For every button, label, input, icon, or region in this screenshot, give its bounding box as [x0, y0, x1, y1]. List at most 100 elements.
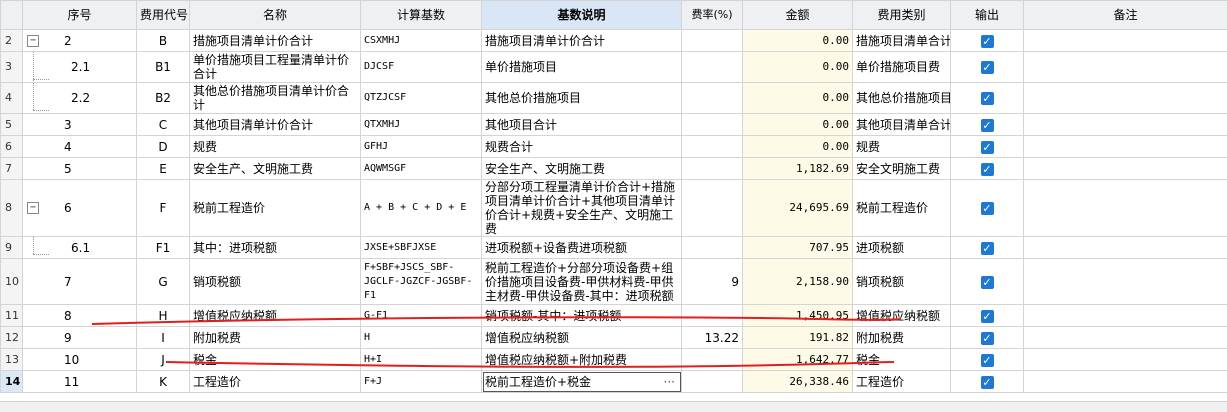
header-amount[interactable]: 金额: [743, 1, 853, 30]
output-checkbox[interactable]: ✓: [981, 310, 994, 323]
header-category[interactable]: 费用类别: [853, 1, 951, 30]
cell-base[interactable]: F+SBF+JSCS_SBF-JGCLF-JGZCF-JGSBF-F1: [361, 259, 482, 305]
cell-remark[interactable]: [1024, 30, 1227, 52]
cell-code[interactable]: J: [137, 349, 190, 371]
cell-base[interactable]: DJCSF: [361, 52, 482, 83]
cell-remark[interactable]: [1024, 136, 1227, 158]
output-checkbox[interactable]: ✓: [981, 276, 994, 289]
cell-base-desc[interactable]: 增值税应纳税额: [482, 327, 682, 349]
table-row[interactable]: 118H增值税应纳税额G-F1销项税额-其中：进项税额1,450.95增值税应纳…: [1, 305, 1227, 327]
cell-name[interactable]: 单价措施项目工程量清单计价合计: [190, 52, 361, 83]
row-number[interactable]: 13: [1, 349, 23, 371]
cell-name[interactable]: 规费: [190, 136, 361, 158]
header-base-desc[interactable]: 基数说明: [482, 1, 682, 30]
cell-code[interactable]: E: [137, 158, 190, 180]
cell-base-desc[interactable]: 规费合计: [482, 136, 682, 158]
cell-seq[interactable]: 6.1: [23, 237, 137, 259]
output-checkbox[interactable]: ✓: [981, 202, 994, 215]
cell-base[interactable]: F+J: [361, 371, 482, 393]
cell-seq[interactable]: 8: [23, 305, 137, 327]
cell-remark[interactable]: [1024, 83, 1227, 114]
cell-base-desc[interactable]: 进项税额+设备费进项税额: [482, 237, 682, 259]
more-icon[interactable]: ···: [664, 375, 675, 389]
cell-category[interactable]: 附加税费: [853, 327, 951, 349]
output-checkbox[interactable]: ✓: [981, 119, 994, 132]
output-checkbox[interactable]: ✓: [981, 376, 994, 389]
cell-name[interactable]: 安全生产、文明施工费: [190, 158, 361, 180]
cell-output[interactable]: ✓: [951, 305, 1024, 327]
table-row[interactable]: 75E安全生产、文明施工费AQWMSGF安全生产、文明施工费1,182.69安全…: [1, 158, 1227, 180]
cell-seq[interactable]: 2.1: [23, 52, 137, 83]
cell-code[interactable]: B2: [137, 83, 190, 114]
cell-base[interactable]: JXSE+SBFJXSE: [361, 237, 482, 259]
collapse-icon[interactable]: −: [27, 35, 39, 47]
cell-rate[interactable]: [682, 52, 743, 83]
output-checkbox[interactable]: ✓: [981, 92, 994, 105]
cell-remark[interactable]: [1024, 259, 1227, 305]
cell-base[interactable]: AQWMSGF: [361, 158, 482, 180]
cell-base[interactable]: H+I: [361, 349, 482, 371]
cell-rate[interactable]: [682, 83, 743, 114]
cell-remark[interactable]: [1024, 371, 1227, 393]
header-code[interactable]: 费用代号: [137, 1, 190, 30]
cell-base-desc[interactable]: 税前工程造价+分部分项设备费+组价措施项目设备费-甲供材料费-甲供主材费-甲供设…: [482, 259, 682, 305]
header-name[interactable]: 名称: [190, 1, 361, 30]
cell-rate[interactable]: [682, 349, 743, 371]
cell-seq[interactable]: 9: [23, 327, 137, 349]
cell-name[interactable]: 附加税费: [190, 327, 361, 349]
cell-output[interactable]: ✓: [951, 349, 1024, 371]
cell-output[interactable]: ✓: [951, 83, 1024, 114]
cell-rate[interactable]: [682, 180, 743, 237]
header-seq[interactable]: 序号: [23, 1, 137, 30]
cell-base[interactable]: G-F1: [361, 305, 482, 327]
cell-remark[interactable]: [1024, 305, 1227, 327]
table-row[interactable]: 42.2B2其他总价措施项目清单计价合计QTZJCSF其他总价措施项目0.00其…: [1, 83, 1227, 114]
cell-rate[interactable]: [682, 237, 743, 259]
table-row[interactable]: 22−B措施项目清单计价合计CSXMHJ措施项目清单计价合计0.00措施项目清单…: [1, 30, 1227, 52]
row-number[interactable]: 9: [1, 237, 23, 259]
cell-base[interactable]: CSXMHJ: [361, 30, 482, 52]
table-row[interactable]: 129I附加税费H增值税应纳税额13.22191.82附加税费✓: [1, 327, 1227, 349]
cell-base-desc[interactable]: 增值税应纳税额+附加税费: [482, 349, 682, 371]
cell-category[interactable]: 进项税额: [853, 237, 951, 259]
cell-base-desc[interactable]: 其他项目合计: [482, 114, 682, 136]
cell-seq[interactable]: 6−: [23, 180, 137, 237]
cell-code[interactable]: K: [137, 371, 190, 393]
cell-category[interactable]: 措施项目清单合计: [853, 30, 951, 52]
cell-seq[interactable]: 2−: [23, 30, 137, 52]
row-number[interactable]: 3: [1, 52, 23, 83]
cell-seq[interactable]: 11: [23, 371, 137, 393]
cell-name[interactable]: 税前工程造价: [190, 180, 361, 237]
cell-category[interactable]: 规费: [853, 136, 951, 158]
cell-category[interactable]: 单价措施项目费: [853, 52, 951, 83]
cell-seq[interactable]: 7: [23, 259, 137, 305]
cell-output[interactable]: ✓: [951, 30, 1024, 52]
cell-base[interactable]: GFHJ: [361, 136, 482, 158]
cell-code[interactable]: C: [137, 114, 190, 136]
cell-seq[interactable]: 4: [23, 136, 137, 158]
cell-code[interactable]: G: [137, 259, 190, 305]
cell-name[interactable]: 其中：进项税额: [190, 237, 361, 259]
table-row[interactable]: 107G销项税额F+SBF+JSCS_SBF-JGCLF-JGZCF-JGSBF…: [1, 259, 1227, 305]
cell-output[interactable]: ✓: [951, 371, 1024, 393]
cell-category[interactable]: 工程造价: [853, 371, 951, 393]
cell-rate[interactable]: [682, 136, 743, 158]
output-checkbox[interactable]: ✓: [981, 354, 994, 367]
cell-category[interactable]: 税前工程造价: [853, 180, 951, 237]
cell-remark[interactable]: [1024, 237, 1227, 259]
cell-code[interactable]: B: [137, 30, 190, 52]
cell-remark[interactable]: [1024, 180, 1227, 237]
cell-rate[interactable]: [682, 371, 743, 393]
output-checkbox[interactable]: ✓: [981, 332, 994, 345]
cell-category[interactable]: 其他项目清单合计: [853, 114, 951, 136]
cell-base[interactable]: QTZJCSF: [361, 83, 482, 114]
cell-code[interactable]: I: [137, 327, 190, 349]
table-row[interactable]: 1411K工程造价F+J税前工程造价+税金···26,338.46工程造价✓: [1, 371, 1227, 393]
row-number[interactable]: 7: [1, 158, 23, 180]
cell-rate[interactable]: [682, 30, 743, 52]
cell-category[interactable]: 安全文明施工费: [853, 158, 951, 180]
cell-rate[interactable]: 13.22: [682, 327, 743, 349]
output-checkbox[interactable]: ✓: [981, 61, 994, 74]
horizontal-scrollbar[interactable]: [0, 401, 1227, 412]
cell-code[interactable]: H: [137, 305, 190, 327]
